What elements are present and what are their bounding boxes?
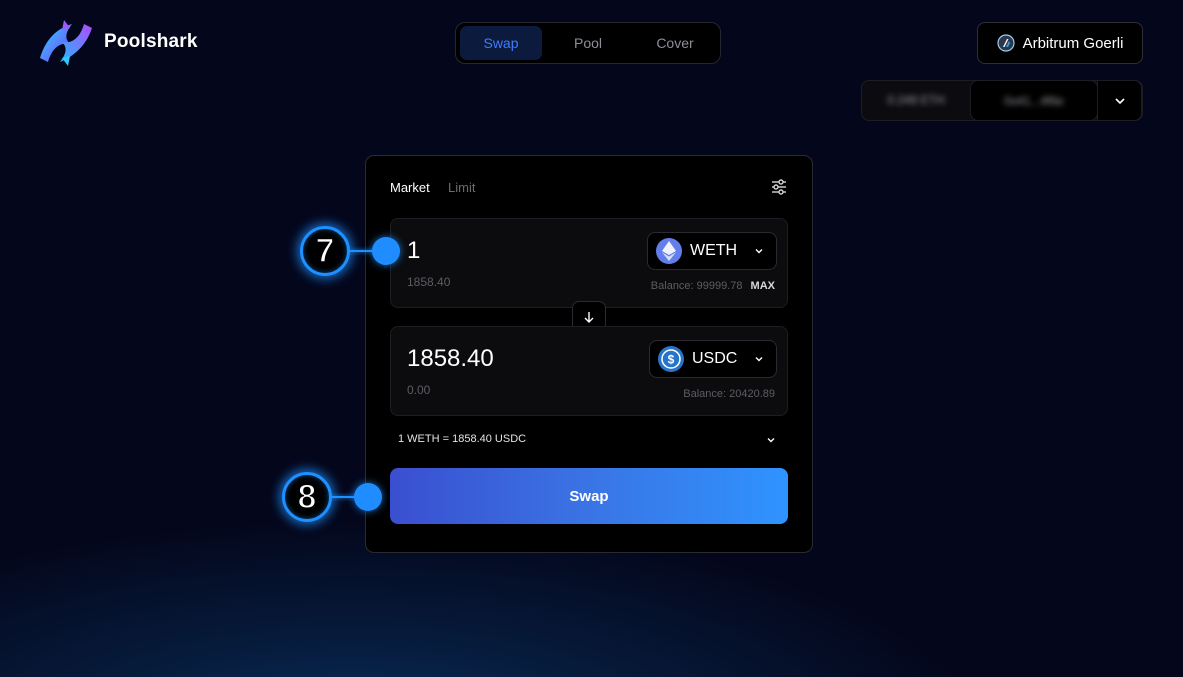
to-amount-input[interactable]: 1858.40 (407, 345, 494, 373)
wallet-menu-button[interactable] (1097, 80, 1142, 121)
to-balance: Balance: 20420.89 (683, 388, 775, 400)
annotation-dot (372, 237, 400, 265)
tab-cover[interactable]: Cover (634, 26, 716, 60)
chevron-down-icon (755, 357, 763, 362)
main-nav: Swap Pool Cover (455, 22, 721, 64)
network-selector-button[interactable]: Arbitrum Goerli (977, 22, 1143, 64)
ethereum-icon (656, 238, 682, 264)
from-balance-text: Balance: 99999.78 (650, 280, 743, 292)
brand-name: Poolshark (104, 31, 198, 52)
max-button[interactable]: MAX (751, 280, 775, 292)
svg-text:$: $ (668, 353, 675, 367)
swap-to-field: 1858.40 0.00 $ USDC Balance: 20420.89 (390, 326, 788, 416)
chevron-down-icon (1114, 97, 1125, 104)
arrow-down-icon (584, 312, 594, 323)
to-token-label: USDC (692, 350, 738, 367)
swap-from-field: 1 1858.40 WETH Balance: 99999.78 MAX (390, 218, 788, 308)
annotation-marker-7: 7 (300, 226, 350, 276)
settings-sliders-icon[interactable] (770, 178, 788, 196)
mode-market-tab[interactable]: Market (390, 180, 430, 195)
network-label: Arbitrum Goerli (1022, 34, 1124, 52)
tab-swap[interactable]: Swap (460, 26, 542, 60)
poolshark-logo-icon (40, 20, 92, 66)
tab-pool[interactable]: Pool (548, 26, 628, 60)
swap-button[interactable]: Swap (390, 468, 788, 524)
from-usd-value: 1858.40 (407, 275, 451, 289)
rate-details-chevron-icon[interactable] (764, 433, 778, 447)
from-token-label: WETH (690, 242, 738, 259)
from-balance: Balance: 99999.78 MAX (651, 280, 775, 292)
arbitrum-icon (996, 34, 1015, 52)
annotation-dot (354, 483, 382, 511)
wallet-balance: 0.249 ETH (887, 93, 945, 107)
annotation-marker-8: 8 (282, 472, 332, 522)
from-token-selector[interactable]: WETH (647, 232, 777, 270)
wallet-address-button[interactable]: 0x41...4f6e (970, 80, 1098, 121)
from-amount-input[interactable]: 1 (407, 237, 420, 265)
to-usd-value: 0.00 (407, 383, 431, 397)
mode-limit-tab[interactable]: Limit (448, 180, 475, 195)
to-token-selector[interactable]: $ USDC (649, 340, 777, 378)
wallet-panel: 0.249 ETH 0x41...4f6e (861, 80, 1143, 121)
wallet-address: 0x41...4f6e (1004, 94, 1064, 108)
usdc-icon: $ (658, 346, 684, 372)
chevron-down-icon (755, 249, 763, 254)
exchange-rate: 1 WETH = 1858.40 USDC (398, 433, 527, 445)
swap-card: Market Limit 1 1858.40 WETH Balance: 999… (365, 155, 813, 553)
